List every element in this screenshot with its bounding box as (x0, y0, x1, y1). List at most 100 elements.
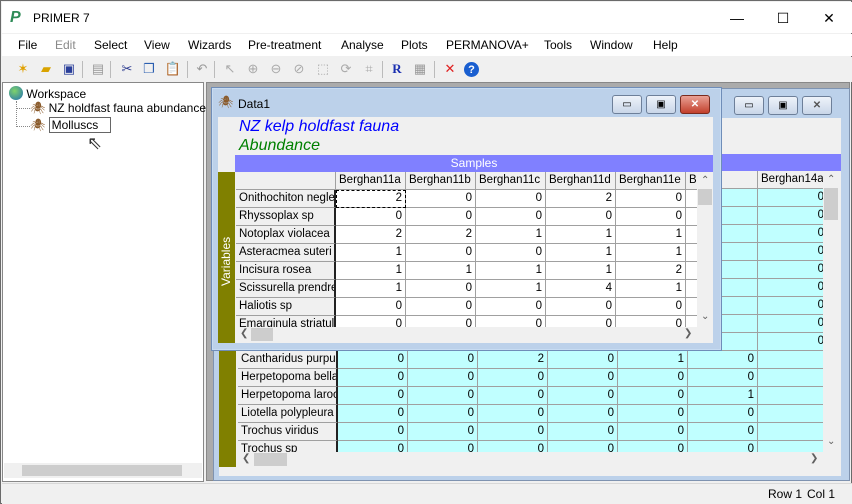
data-cell[interactable] (686, 280, 697, 298)
cut-icon[interactable]: ✂ (118, 60, 136, 78)
data-cell[interactable]: 0 (478, 405, 548, 423)
back-restore-button[interactable]: ▣ (768, 96, 798, 115)
data-cell[interactable] (758, 405, 823, 423)
column-header[interactable]: B (686, 172, 697, 190)
data-cell[interactable]: 0 (406, 244, 476, 262)
row-label[interactable]: Notoplax violacea (236, 226, 336, 244)
data-cell[interactable] (686, 226, 697, 244)
row-label[interactable]: Herpetopoma bella (238, 369, 338, 387)
data-cell[interactable]: 0 (406, 316, 476, 327)
data-cell[interactable]: 0 (758, 297, 823, 315)
data-cell[interactable]: 0 (478, 387, 548, 405)
data-grid-icon[interactable]: ▦ (411, 60, 429, 78)
data-cell[interactable]: 0 (408, 405, 478, 423)
zoom-out-icon[interactable]: ⊖ (267, 60, 285, 78)
menu-edit[interactable]: Edit (55, 38, 76, 52)
data-cell[interactable]: 0 (546, 316, 616, 327)
data-cell[interactable] (686, 244, 697, 262)
data-cell[interactable]: 0 (548, 369, 618, 387)
data-cell[interactable]: 0 (618, 423, 688, 441)
data-cell[interactable]: 1 (546, 244, 616, 262)
column-header[interactable]: Berghan11a (336, 172, 406, 190)
menu-window[interactable]: Window (590, 38, 633, 52)
data-cell[interactable]: 0 (336, 316, 406, 327)
data-cell[interactable]: 0 (476, 298, 546, 316)
data-cell[interactable]: 0 (758, 315, 823, 333)
help-icon[interactable]: ? (464, 62, 479, 77)
row-label[interactable]: Cantharidus purpur (238, 351, 338, 369)
data-cell[interactable]: 0 (338, 351, 408, 369)
data-cell[interactable]: 0 (618, 441, 688, 452)
data-cell[interactable] (758, 369, 823, 387)
data-cell[interactable]: 0 (618, 405, 688, 423)
data-cell[interactable]: 0 (336, 208, 406, 226)
row-label[interactable]: Trochus sp (238, 441, 338, 452)
data-cell[interactable]: 0 (546, 208, 616, 226)
data-cell[interactable] (686, 262, 697, 280)
tree-item-workspace[interactable]: Workspace (9, 86, 86, 101)
data-cell[interactable]: 0 (546, 298, 616, 316)
data-cell[interactable]: 0 (406, 190, 476, 208)
back-hscrollbar[interactable]: ❮ ❯ (238, 452, 823, 467)
crop-icon[interactable]: ⌗ (360, 60, 378, 78)
data-cell[interactable]: 0 (618, 387, 688, 405)
data-cell[interactable]: 0 (408, 369, 478, 387)
zoom-reset-icon[interactable]: ⊘ (290, 60, 308, 78)
column-header[interactable]: Berghan14a (758, 171, 823, 189)
data-cell[interactable]: 0 (478, 423, 548, 441)
data-cell[interactable]: 0 (406, 298, 476, 316)
data-cell[interactable] (686, 298, 697, 316)
data-cell[interactable]: 0 (476, 208, 546, 226)
data-cell[interactable]: 4 (546, 280, 616, 298)
data-cell[interactable]: 1 (618, 351, 688, 369)
maximize-button[interactable]: ☐ (760, 3, 806, 33)
data-cell[interactable]: 0 (408, 441, 478, 452)
data-cell[interactable]: 2 (616, 262, 686, 280)
data-cell[interactable]: 0 (408, 387, 478, 405)
column-header[interactable]: Berghan11c (476, 172, 546, 190)
data-cell[interactable] (758, 423, 823, 441)
data-cell[interactable]: 2 (546, 190, 616, 208)
data-cell[interactable]: 1 (546, 226, 616, 244)
close-window-button[interactable]: ✕ (680, 95, 710, 114)
data-cell[interactable]: 0 (476, 190, 546, 208)
data-cell[interactable]: 1 (616, 244, 686, 262)
hscrollbar[interactable]: ❮ ❯ (236, 327, 697, 342)
pointer-icon[interactable]: ↖ (221, 60, 239, 78)
rotate-icon[interactable]: ⟳ (337, 60, 355, 78)
data-cell[interactable]: 0 (758, 333, 823, 351)
menu-select[interactable]: Select (94, 38, 127, 52)
row-label[interactable]: Emarginula striatula (236, 316, 336, 327)
menu-pretreatment[interactable]: Pre-treatment (248, 38, 321, 52)
data-cell[interactable]: 0 (758, 207, 823, 225)
data-cell[interactable]: 0 (408, 351, 478, 369)
data-cell[interactable]: 0 (616, 298, 686, 316)
data-cell[interactable]: 2 (336, 226, 406, 244)
data-cell[interactable]: 2 (478, 351, 548, 369)
back-vscrollbar[interactable]: ⌃ ⌄ (823, 171, 839, 452)
data-cell[interactable]: 0 (548, 351, 618, 369)
data-cell[interactable]: 0 (688, 423, 758, 441)
data-cell[interactable]: 0 (338, 423, 408, 441)
column-header[interactable]: Berghan11e (616, 172, 686, 190)
row-label[interactable]: Asteracmea suteri (236, 244, 336, 262)
data-cell[interactable]: 0 (616, 190, 686, 208)
data-cell[interactable]: 0 (336, 298, 406, 316)
data-cell[interactable]: 0 (688, 405, 758, 423)
data-cell[interactable]: 1 (476, 262, 546, 280)
row-label[interactable]: Incisura rosea (236, 262, 336, 280)
row-label[interactable]: Scissurella prendrei (236, 280, 336, 298)
data-cell[interactable]: 0 (478, 441, 548, 452)
data-cell[interactable]: 1 (336, 262, 406, 280)
column-header[interactable]: Berghan11b (406, 172, 476, 190)
data-cell[interactable]: 0 (406, 208, 476, 226)
data-cell[interactable]: 0 (758, 225, 823, 243)
minimize-button[interactable]: — (714, 3, 760, 33)
row-label[interactable]: Herpetopoma laroc (238, 387, 338, 405)
tree-item-nz-holdfast[interactable]: 🕷 NZ holdfast fauna abundance (30, 101, 206, 115)
data-cell[interactable]: 0 (688, 369, 758, 387)
data-cell[interactable]: 0 (338, 441, 408, 452)
data-cell[interactable]: 0 (548, 441, 618, 452)
data-cell[interactable]: 2 (406, 226, 476, 244)
data-cell[interactable]: 0 (758, 279, 823, 297)
